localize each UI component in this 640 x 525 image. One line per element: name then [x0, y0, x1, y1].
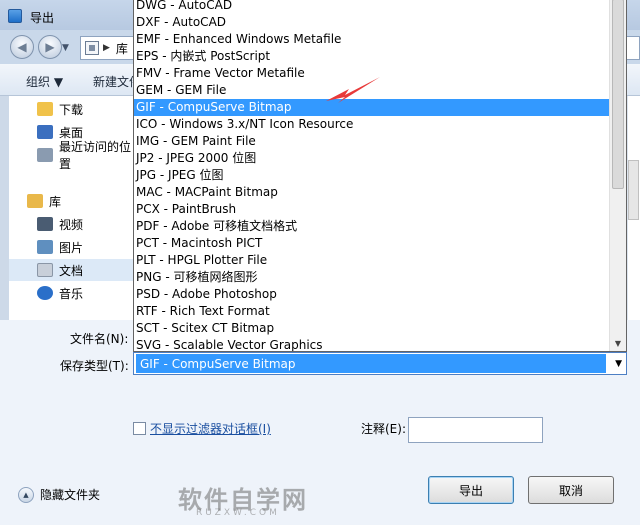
libraries-icon: [27, 194, 43, 208]
file-list-scrollbar[interactable]: [628, 160, 639, 220]
address-path[interactable]: 库: [116, 40, 128, 57]
scroll-down-icon[interactable]: ▼: [610, 335, 626, 351]
savetype-value: GIF - CompuServe Bitmap: [136, 354, 606, 373]
arrow-right-icon: ▶: [45, 40, 55, 54]
recent-places-icon: [37, 148, 53, 162]
download-folder-icon: [37, 102, 53, 116]
dropdown-option[interactable]: JPG - JPEG 位图: [134, 167, 610, 184]
nav-item-videos[interactable]: 视频: [9, 213, 134, 235]
chevron-up-icon: ▲: [18, 486, 34, 503]
dropdown-option[interactable]: PSD - Adobe Photoshop: [134, 286, 610, 303]
dropdown-option[interactable]: EMF - Enhanced Windows Metafile: [134, 31, 610, 48]
desktop-icon: [37, 125, 53, 139]
pictures-icon: [37, 240, 53, 254]
chevron-right-icon[interactable]: ▶: [103, 43, 110, 53]
dropdown-option[interactable]: FMV - Frame Vector Metafile: [134, 65, 610, 82]
app-icon: [8, 9, 22, 23]
savetype-label: 保存类型(T):: [60, 359, 129, 373]
export-button[interactable]: 导出: [428, 476, 514, 504]
window-title: 导出: [30, 11, 55, 25]
dropdown-option[interactable]: PCX - PaintBrush: [134, 201, 610, 218]
music-icon: [37, 286, 53, 300]
dropdown-option[interactable]: IMG - GEM Paint File: [134, 133, 610, 150]
dropdown-option[interactable]: JP2 - JPEG 2000 位图: [134, 150, 610, 167]
comment-label: 注释(E):: [361, 422, 406, 436]
hide-filter-checkbox[interactable]: [133, 422, 146, 435]
dropdown-option[interactable]: PNG - 可移植网络图形: [134, 269, 610, 286]
organize-menu[interactable]: 组织 ▼: [26, 73, 63, 90]
hide-folders-button[interactable]: ▲ 隐藏文件夹: [18, 486, 100, 503]
videos-icon: [37, 217, 53, 231]
dropdown-option[interactable]: PDF - Adobe 可移植文档格式: [134, 218, 610, 235]
dropdown-scrollbar[interactable]: ▲ ▼: [609, 0, 626, 351]
dropdown-option[interactable]: MAC - MACPaint Bitmap: [134, 184, 610, 201]
dropdown-option[interactable]: EPS - 内嵌式 PostScript: [134, 48, 610, 65]
dropdown-option[interactable]: DXF - AutoCAD: [134, 14, 610, 31]
arrow-left-icon: ◀: [17, 40, 27, 54]
nav-item-libraries[interactable]: 库: [9, 190, 134, 212]
scrollbar-thumb[interactable]: [612, 0, 624, 189]
location-icon: [85, 41, 99, 55]
filename-label: 文件名(N):: [70, 332, 129, 346]
navigation-pane: 下载 桌面 最近访问的位置 库 视频 图片 文档 音乐: [9, 96, 134, 314]
watermark-url: RUZXW.COM: [196, 508, 280, 518]
forward-button[interactable]: ▶: [38, 35, 62, 59]
dropdown-option[interactable]: GIF - CompuServe Bitmap: [134, 99, 610, 116]
dropdown-option[interactable]: SVG - Scalable Vector Graphics: [134, 337, 610, 351]
back-button[interactable]: ◀: [10, 35, 34, 59]
nav-item-music[interactable]: 音乐: [9, 282, 134, 304]
hide-filter-label[interactable]: 不显示过滤器对话框(I): [150, 420, 271, 437]
comment-input[interactable]: [408, 417, 543, 443]
chevron-down-icon[interactable]: ▼: [615, 359, 622, 369]
dropdown-options: DWG - AutoCAD DXF - AutoCAD EMF - Enhanced…: [134, 0, 610, 351]
savetype-dropdown-list[interactable]: DWG - AutoCAD DXF - AutoCAD EMF - Enhanced…: [133, 0, 627, 352]
dropdown-option[interactable]: ICO - Windows 3.x/NT Icon Resource: [134, 116, 610, 133]
nav-item-recent-places[interactable]: 最近访问的位置: [9, 140, 134, 171]
recent-locations-dropdown[interactable]: ▼: [62, 43, 74, 53]
dropdown-option[interactable]: PCT - Macintosh PICT: [134, 235, 610, 252]
cancel-button[interactable]: 取消: [528, 476, 614, 504]
savetype-select[interactable]: GIF - CompuServe Bitmap ▼: [133, 352, 627, 375]
dropdown-option[interactable]: RTF - Rich Text Format: [134, 303, 610, 320]
dropdown-option[interactable]: SCT - Scitex CT Bitmap: [134, 320, 610, 337]
nav-item-downloads[interactable]: 下载: [9, 98, 134, 120]
documents-icon: [37, 263, 53, 277]
dropdown-option[interactable]: DWG - AutoCAD: [134, 0, 610, 14]
dropdown-option[interactable]: PLT - HPGL Plotter File: [134, 252, 610, 269]
nav-item-pictures[interactable]: 图片: [9, 236, 134, 258]
nav-item-documents[interactable]: 文档: [9, 259, 134, 281]
dropdown-option[interactable]: GEM - GEM File: [134, 82, 610, 99]
